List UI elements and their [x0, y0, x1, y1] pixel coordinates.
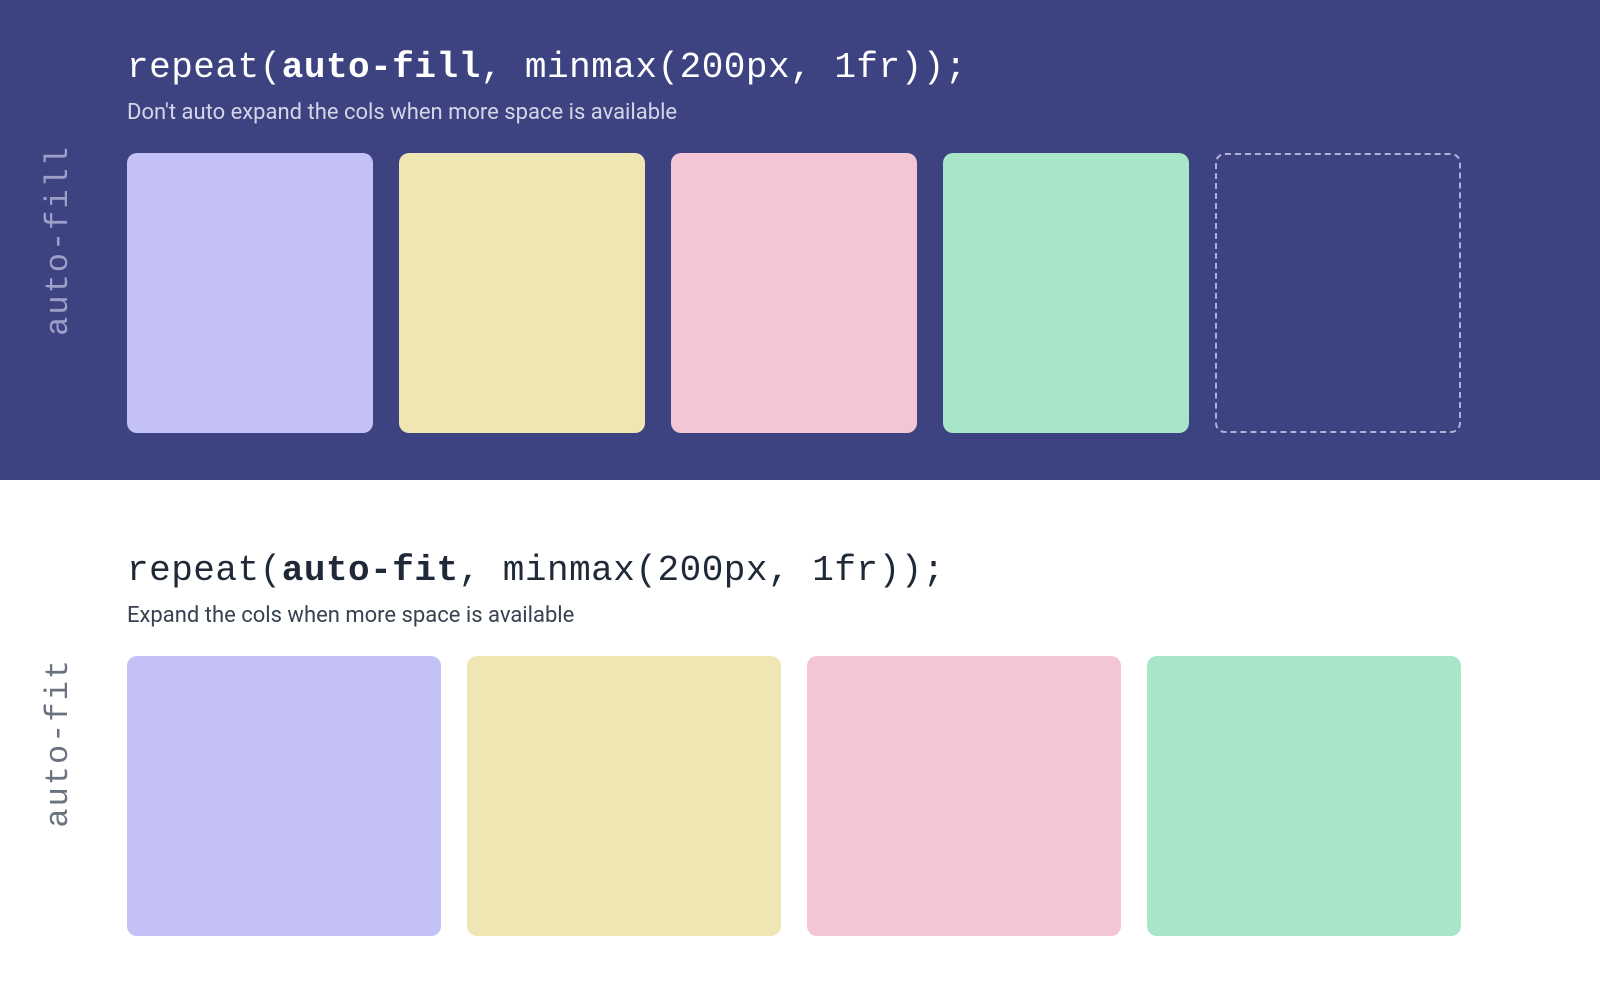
auto-fit-code: repeat(auto-fit, minmax(200px, 1fr)); — [127, 550, 1560, 591]
code-keyword: auto-fill — [282, 47, 481, 88]
grid-item-yellow — [399, 153, 645, 433]
grid-empty-track — [1215, 153, 1461, 433]
auto-fill-side-label: auto-fill — [20, 145, 97, 336]
auto-fit-boxes — [127, 656, 1560, 936]
code-suffix: , minmax(200px, 1fr)); — [481, 47, 967, 88]
auto-fill-code: repeat(auto-fill, minmax(200px, 1fr)); — [127, 47, 1560, 88]
auto-fit-section: auto-fit repeat(auto-fit, minmax(200px, … — [0, 480, 1600, 1005]
auto-fit-side-label: auto-fit — [20, 658, 97, 828]
auto-fill-section: auto-fill repeat(auto-fill, minmax(200px… — [0, 0, 1600, 480]
grid-item-green — [943, 153, 1189, 433]
code-keyword: auto-fit — [282, 550, 459, 591]
code-suffix: , minmax(200px, 1fr)); — [459, 550, 945, 591]
grid-item-pink — [807, 656, 1121, 936]
auto-fill-boxes — [127, 153, 1560, 433]
grid-item-purple — [127, 153, 373, 433]
grid-item-pink — [671, 153, 917, 433]
auto-fit-description: Expand the cols when more space is avail… — [127, 603, 1560, 628]
auto-fill-content: repeat(auto-fill, minmax(200px, 1fr)); D… — [97, 47, 1560, 433]
code-prefix: repeat( — [127, 550, 282, 591]
auto-fill-description: Don't auto expand the cols when more spa… — [127, 100, 1560, 125]
code-prefix: repeat( — [127, 47, 282, 88]
grid-item-purple — [127, 656, 441, 936]
auto-fit-content: repeat(auto-fit, minmax(200px, 1fr)); Ex… — [97, 550, 1560, 936]
grid-item-green — [1147, 656, 1461, 936]
grid-item-yellow — [467, 656, 781, 936]
